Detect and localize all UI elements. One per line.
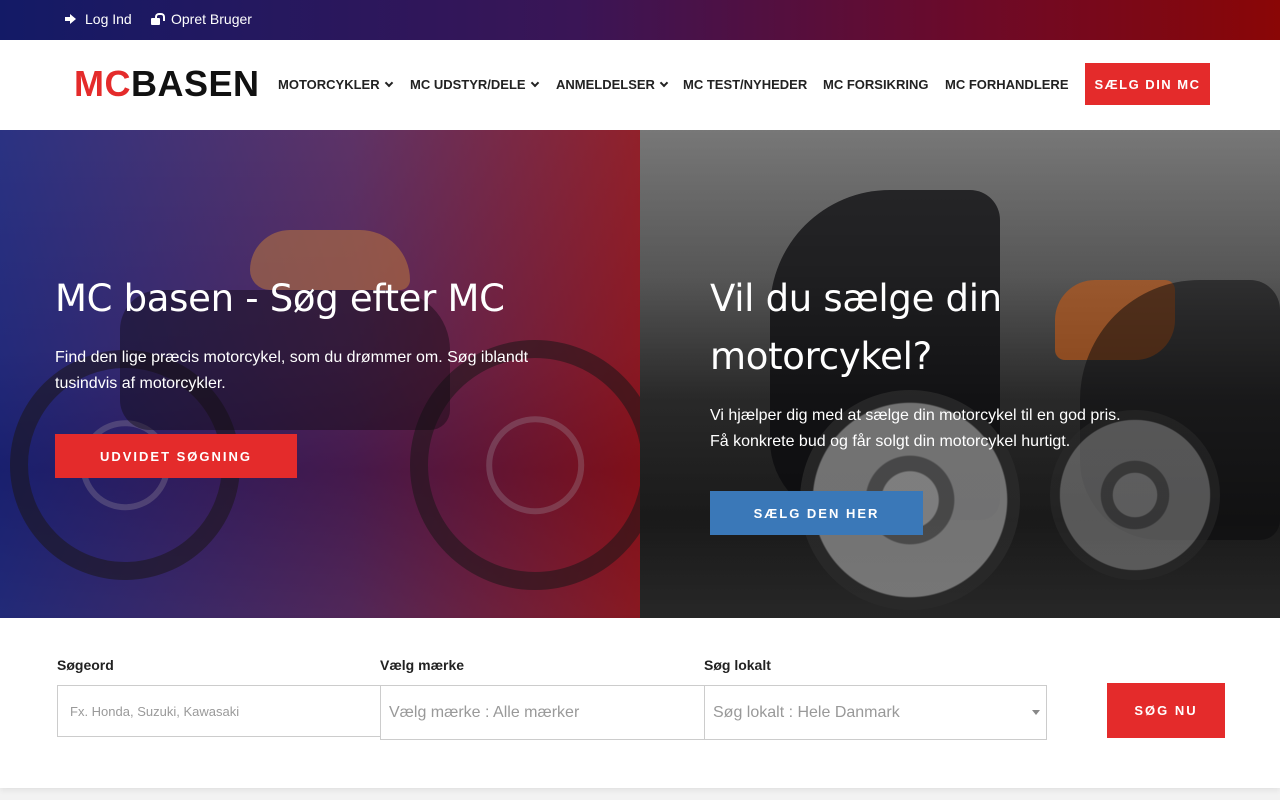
- nav-label: MC UDSTYR/DELE: [410, 77, 526, 92]
- nav-label: ANMELDELSER: [556, 77, 655, 92]
- brand-select[interactable]: Vælg mærke : Alle mærker: [380, 685, 705, 740]
- hero-panel-sell: Vil du sælge din motorcykel? Vi hjælper …: [640, 130, 1280, 618]
- nav-item-mc-forsikring[interactable]: MC FORSIKRING: [823, 77, 928, 92]
- register-link[interactable]: Opret Bruger: [151, 11, 252, 27]
- chevron-down-icon: [659, 78, 669, 87]
- brand-select-value: Vælg mærke : Alle mærker: [389, 703, 580, 721]
- main-header: MCBASEN MOTORCYKLER MC UDSTYR/DELE ANMEL…: [0, 40, 1280, 130]
- login-link[interactable]: Log Ind: [65, 11, 132, 27]
- nav-item-mc-forhandlere[interactable]: MC FORHANDLERE: [945, 77, 1069, 92]
- hero-search-text: MC basen - Søg efter MC Find den lige pr…: [55, 270, 575, 396]
- search-form: Søgeord Vælg mærke Vælg mærke : Alle mær…: [0, 618, 1280, 788]
- search-submit-button[interactable]: SØG NU: [1107, 683, 1225, 738]
- keyword-input[interactable]: [57, 685, 381, 737]
- hero-sell-text: Vil du sælge din motorcykel? Vi hjælper …: [710, 270, 1150, 454]
- nav-label: MC FORSIKRING: [823, 77, 929, 92]
- nav-item-anmeldelser[interactable]: ANMELDELSER: [556, 77, 669, 92]
- register-label: Opret Bruger: [171, 11, 252, 27]
- nav-item-mc-udstyr-dele[interactable]: MC UDSTYR/DELE: [410, 77, 539, 92]
- hero-section: MC basen - Søg efter MC Find den lige pr…: [0, 130, 1280, 618]
- brand-label: Vælg mærke: [380, 657, 465, 673]
- unlock-icon: [151, 13, 165, 25]
- advanced-search-button[interactable]: UDVIDET SØGNING: [55, 434, 297, 478]
- top-bar: Log Ind Opret Bruger: [0, 0, 1280, 40]
- login-label: Log Ind: [85, 11, 132, 27]
- hero-sell-title: Vil du sælge din motorcykel?: [710, 277, 1002, 378]
- logo-mc: MC: [74, 63, 131, 104]
- nav-item-motorcykler[interactable]: MOTORCYKLER: [278, 77, 393, 92]
- sell-here-button[interactable]: SÆLG DEN HER: [710, 491, 923, 535]
- hero-panel-search: MC basen - Søg efter MC Find den lige pr…: [0, 130, 640, 618]
- hero-search-description: Find den lige præcis motorcykel, som du …: [55, 349, 529, 392]
- dropdown-arrow-icon: [1032, 710, 1040, 715]
- chevron-down-icon: [530, 78, 539, 87]
- chevron-down-icon: [384, 78, 393, 87]
- nav-label: MC FORHANDLERE: [945, 77, 1069, 92]
- keyword-label: Søgeord: [57, 657, 114, 673]
- site-logo[interactable]: MCBASEN: [74, 65, 260, 103]
- sign-in-icon: [65, 13, 77, 25]
- nav-label: MOTORCYKLER: [278, 77, 380, 92]
- location-select[interactable]: Søg lokalt : Hele Danmark: [704, 685, 1047, 740]
- location-select-value: Søg lokalt : Hele Danmark: [713, 703, 900, 721]
- location-label: Søg lokalt: [704, 657, 771, 673]
- nav-item-mc-test-nyheder[interactable]: MC TEST/NYHEDER: [683, 77, 807, 92]
- hero-search-title: MC basen - Søg efter MC: [55, 277, 505, 320]
- sell-your-mc-button[interactable]: SÆLG DIN MC: [1085, 63, 1210, 105]
- logo-basen: BASEN: [131, 63, 260, 104]
- hero-sell-description: Vi hjælper dig med at sælge din motorcyk…: [710, 407, 1121, 450]
- nav-label: MC TEST/NYHEDER: [683, 77, 808, 92]
